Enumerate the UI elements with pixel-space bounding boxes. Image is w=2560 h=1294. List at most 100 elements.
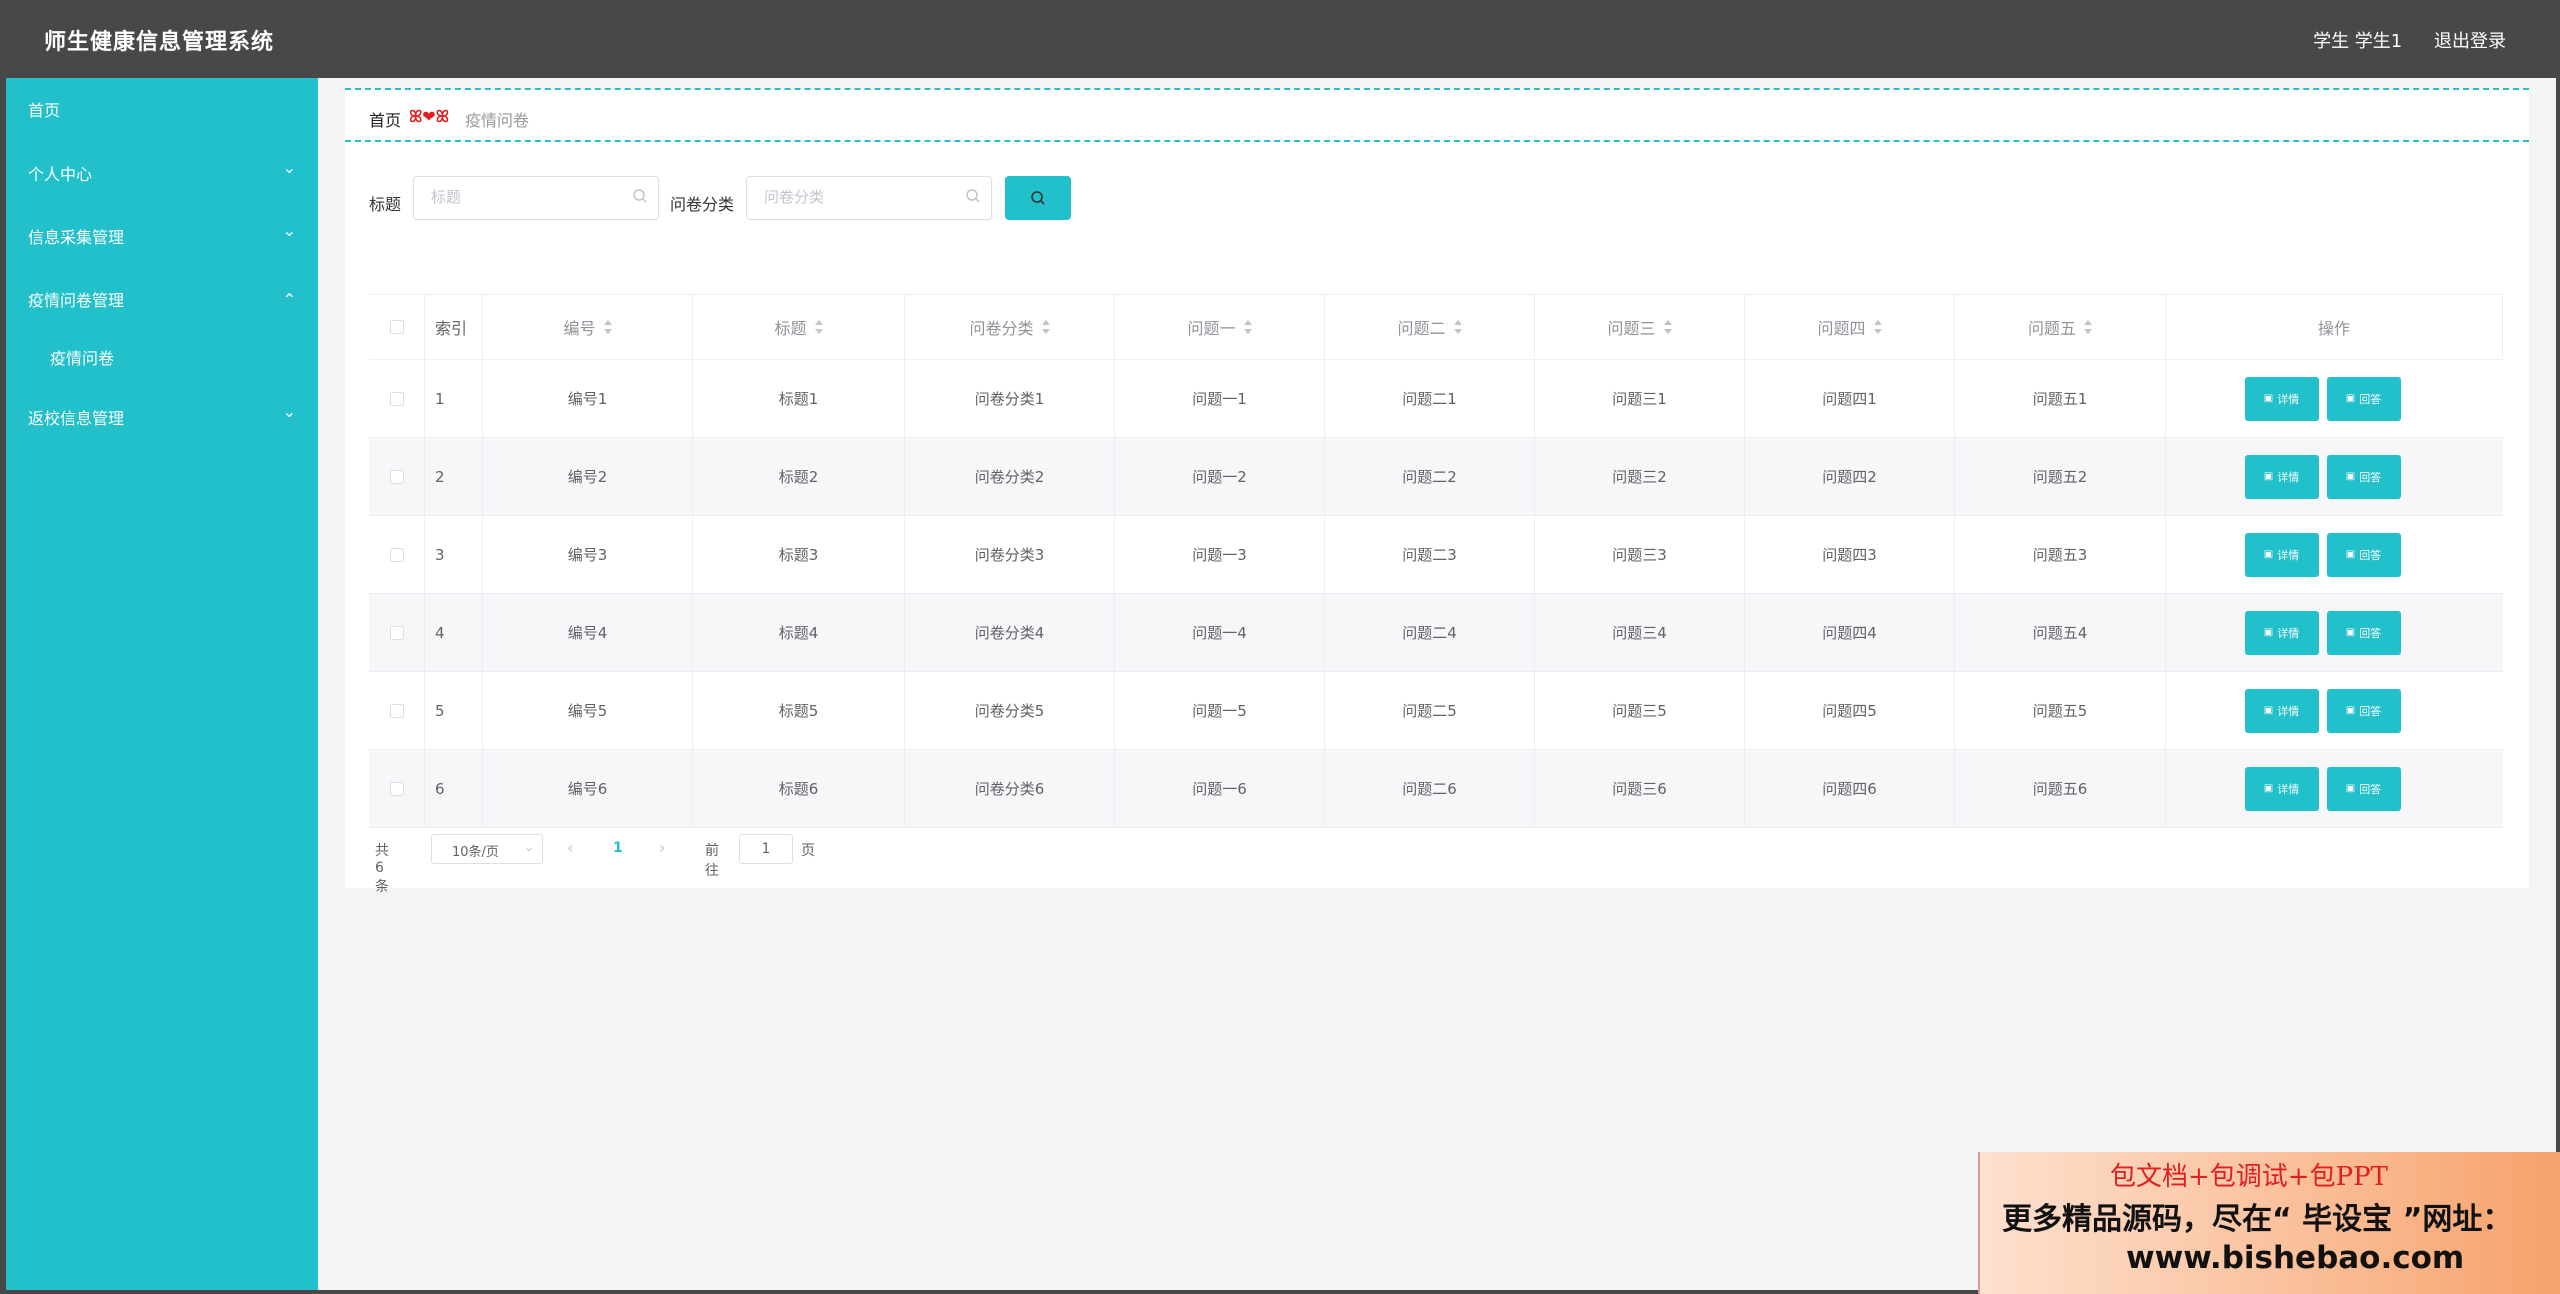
cell-q3: 问题三4 bbox=[1535, 594, 1745, 671]
column-header-q2[interactable]: 问题二 bbox=[1325, 295, 1535, 359]
table-row: 5 编号5 标题5 问卷分类5 问题一5 问题二5 问题三5 问题四5 问题五5 ▣ 详情 ▣ 回答 bbox=[369, 672, 2503, 750]
column-header-number[interactable]: 编号 bbox=[483, 295, 693, 359]
cell-number: 编号1 bbox=[483, 360, 693, 437]
breadcrumb-separator: ꕤ❤ꕤ bbox=[409, 107, 450, 126]
cell-q5: 问题五4 bbox=[1955, 594, 2166, 671]
search-icon bbox=[1031, 191, 1045, 205]
column-header-label: 问题四 bbox=[1817, 319, 1866, 338]
select-all-checkbox[interactable] bbox=[389, 320, 404, 334]
sort-caret-icon[interactable] bbox=[1663, 320, 1672, 334]
prev-page-icon[interactable]: ‹ bbox=[567, 838, 573, 857]
cell-q2: 问题二1 bbox=[1325, 360, 1535, 437]
detail-button[interactable]: ▣ 详情 bbox=[2244, 454, 2319, 499]
row-checkbox[interactable] bbox=[389, 703, 404, 718]
row-checkbox[interactable] bbox=[389, 391, 404, 406]
column-header-q1[interactable]: 问题一 bbox=[1115, 295, 1325, 359]
sidebar-item-survey-management[interactable]: 疫情问卷管理 ⌃ bbox=[6, 268, 318, 328]
cell-q1: 问题一3 bbox=[1115, 516, 1325, 593]
row-checkbox[interactable] bbox=[389, 781, 404, 796]
answer-button[interactable]: ▣ 回答 bbox=[2326, 532, 2401, 577]
detail-button[interactable]: ▣ 详情 bbox=[2244, 610, 2319, 655]
column-header-index: 索引 bbox=[425, 295, 483, 359]
top-bar: 师生健康信息管理系统 学生 学生1 退出登录 bbox=[0, 0, 2560, 78]
page-size-value: 10条/页 bbox=[452, 845, 499, 860]
cell-q1: 问题一4 bbox=[1115, 594, 1325, 671]
row-checkbox[interactable] bbox=[389, 625, 404, 640]
page-size-select[interactable]: 10条/页 ⌄ bbox=[431, 834, 543, 864]
detail-button-label: 详情 bbox=[2277, 626, 2300, 640]
sidebar-item-label: 首页 bbox=[28, 101, 61, 120]
cell-q1: 问题一2 bbox=[1115, 438, 1325, 515]
sidebar-item-return-school[interactable]: 返校信息管理 ⌄ bbox=[6, 386, 318, 446]
answer-button[interactable]: ▣ 回答 bbox=[2326, 766, 2401, 811]
user-area: 学生 学生1 退出登录 bbox=[2287, 27, 2506, 53]
sidebar-item-home[interactable]: 首页 bbox=[6, 78, 318, 138]
detail-button-label: 详情 bbox=[2277, 782, 2300, 796]
cell-category: 问卷分类1 bbox=[905, 360, 1115, 437]
cell-q5: 问题五3 bbox=[1955, 516, 2166, 593]
cell-actions: ▣ 详情 ▣ 回答 bbox=[2166, 750, 2503, 827]
answer-button[interactable]: ▣ 回答 bbox=[2326, 376, 2401, 421]
promo-line-3: www.bishebao.com bbox=[2126, 1240, 2465, 1276]
edit-icon: ▣ bbox=[2345, 471, 2356, 482]
sidebar-item-info-collection[interactable]: 信息采集管理 ⌄ bbox=[6, 205, 318, 265]
detail-button[interactable]: ▣ 详情 bbox=[2244, 688, 2319, 733]
category-search-field[interactable] bbox=[746, 176, 992, 220]
column-header-q5[interactable]: 问题五 bbox=[1955, 295, 2166, 359]
category-search-input[interactable] bbox=[762, 187, 956, 207]
breadcrumb-home[interactable]: 首页 bbox=[369, 107, 401, 131]
sidebar-item-survey[interactable]: 疫情问卷 bbox=[6, 326, 318, 386]
sort-caret-icon[interactable] bbox=[1041, 320, 1050, 334]
title-filter-label: 标题 bbox=[369, 195, 402, 214]
detail-button[interactable]: ▣ 详情 bbox=[2244, 376, 2319, 421]
cell-index: 4 bbox=[425, 594, 483, 671]
cell-q2: 问题二3 bbox=[1325, 516, 1535, 593]
column-header-q3[interactable]: 问题三 bbox=[1535, 295, 1745, 359]
detail-button[interactable]: ▣ 详情 bbox=[2244, 532, 2319, 577]
sort-caret-icon[interactable] bbox=[603, 320, 612, 334]
answer-button[interactable]: ▣ 回答 bbox=[2326, 688, 2401, 733]
cell-q4: 问题四3 bbox=[1745, 516, 1955, 593]
cell-q4: 问题四5 bbox=[1745, 672, 1955, 749]
cell-q2: 问题二4 bbox=[1325, 594, 1535, 671]
row-checkbox[interactable] bbox=[389, 469, 404, 484]
column-header-category[interactable]: 问卷分类 bbox=[905, 295, 1115, 359]
sidebar: 首页 个人中心 ⌄ 信息采集管理 ⌄ 疫情问卷管理 ⌃ 疫情问卷 返校信息管理 … bbox=[6, 78, 318, 1290]
detail-button-label: 详情 bbox=[2277, 704, 2300, 718]
pagination-total: 共 6 条 bbox=[375, 843, 389, 895]
logout-button[interactable]: 退出登录 bbox=[2434, 31, 2506, 52]
table-row: 4 编号4 标题4 问卷分类4 问题一4 问题二4 问题三4 问题四4 问题五4 ▣ 详情 ▣ 回答 bbox=[369, 594, 2503, 672]
next-page-icon[interactable]: › bbox=[659, 838, 665, 857]
row-checkbox-cell bbox=[369, 438, 425, 515]
current-user[interactable]: 学生 学生1 bbox=[2313, 31, 2402, 52]
sidebar-item-personal-center[interactable]: 个人中心 ⌄ bbox=[6, 142, 318, 202]
sort-caret-icon[interactable] bbox=[1873, 320, 1882, 334]
sort-caret-icon[interactable] bbox=[814, 320, 823, 334]
title-search-field[interactable] bbox=[413, 176, 659, 220]
cell-actions: ▣ 详情 ▣ 回答 bbox=[2166, 438, 2503, 515]
cell-actions: ▣ 详情 ▣ 回答 bbox=[2166, 516, 2503, 593]
answer-button-label: 回答 bbox=[2359, 782, 2382, 796]
sort-caret-icon[interactable] bbox=[2084, 320, 2092, 334]
table-row: 2 编号2 标题2 问卷分类2 问题一2 问题二2 问题三2 问题四2 问题五2 ▣ 详情 ▣ 回答 bbox=[369, 438, 2503, 516]
column-header-label: 问题二 bbox=[1397, 319, 1446, 338]
column-header-title[interactable]: 标题 bbox=[693, 295, 905, 359]
cell-q4: 问题四1 bbox=[1745, 360, 1955, 437]
answer-button[interactable]: ▣ 回答 bbox=[2326, 454, 2401, 499]
detail-button[interactable]: ▣ 详情 bbox=[2244, 766, 2319, 811]
column-header-label: 问卷分类 bbox=[969, 319, 1034, 338]
column-header-label: 索引 bbox=[435, 319, 468, 338]
cell-category: 问卷分类2 bbox=[905, 438, 1115, 515]
answer-button[interactable]: ▣ 回答 bbox=[2326, 610, 2401, 655]
row-checkbox[interactable] bbox=[389, 547, 404, 562]
column-header-q4[interactable]: 问题四 bbox=[1745, 295, 1955, 359]
cell-title: 标题6 bbox=[693, 750, 905, 827]
search-button[interactable] bbox=[1005, 176, 1071, 220]
title-search-input[interactable] bbox=[429, 187, 623, 207]
chevron-down-icon: ⌄ bbox=[282, 158, 296, 177]
goto-page-input[interactable] bbox=[739, 834, 793, 864]
sort-caret-icon[interactable] bbox=[1453, 320, 1462, 334]
search-icon bbox=[632, 188, 648, 208]
page-number[interactable]: 1 bbox=[613, 840, 623, 856]
sort-caret-icon[interactable] bbox=[1243, 320, 1252, 334]
